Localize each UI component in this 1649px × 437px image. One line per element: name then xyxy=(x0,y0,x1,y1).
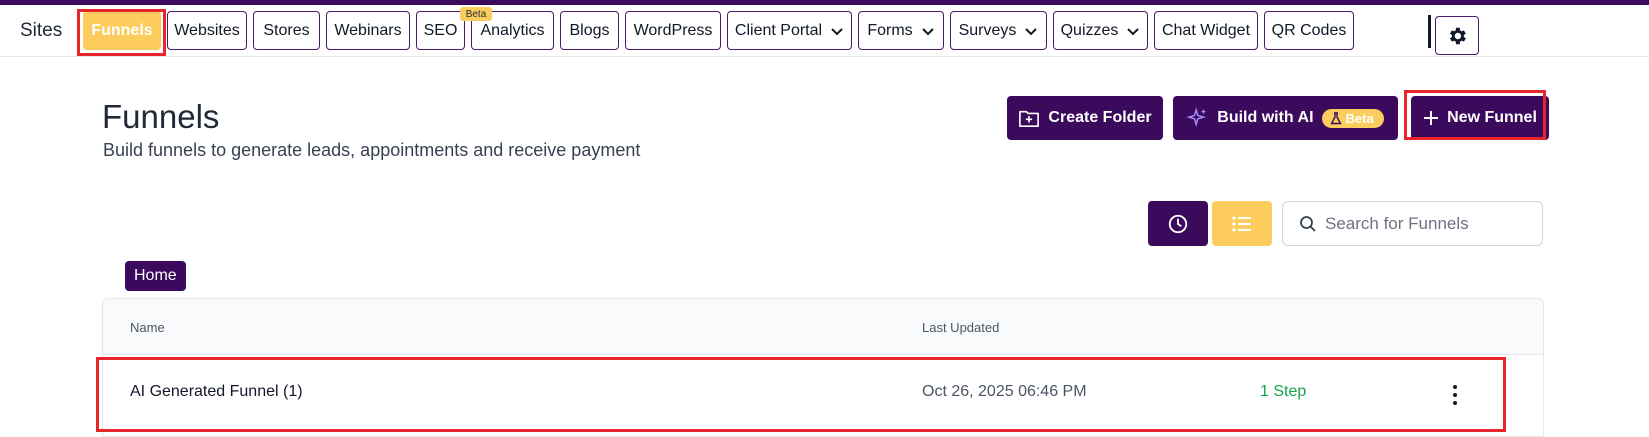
tab-forms[interactable]: Forms xyxy=(858,11,944,50)
column-name: Name xyxy=(130,320,165,335)
tab-label: QR Codes xyxy=(1271,21,1347,39)
gear-icon xyxy=(1450,27,1466,44)
tab-label: Funnels xyxy=(91,21,153,39)
page-subtitle: Build funnels to generate leads, appoint… xyxy=(103,140,641,160)
recent-view-button[interactable] xyxy=(1148,201,1208,246)
tab-label: Quizzes xyxy=(1060,21,1119,39)
dot xyxy=(1453,393,1457,397)
create-folder-button[interactable]: Create Folder xyxy=(1007,96,1163,140)
tab-websites[interactable]: Websites xyxy=(167,11,247,50)
new-funnel-button[interactable]: New Funnel xyxy=(1411,96,1549,140)
search-icon xyxy=(1300,215,1316,232)
build-with-ai-label: Build with AI xyxy=(1217,109,1314,126)
funnel-name[interactable]: AI Generated Funnel (1) xyxy=(130,383,303,401)
tab-funnels[interactable]: Funnels xyxy=(83,11,161,50)
tab-wordpress[interactable]: WordPress xyxy=(625,11,721,50)
tab-qr-codes[interactable]: QR Codes xyxy=(1264,11,1354,50)
tab-stores[interactable]: Stores xyxy=(253,11,320,50)
search-box[interactable] xyxy=(1282,201,1543,246)
tab-label: Websites xyxy=(174,21,240,39)
tab-label: Surveys xyxy=(958,21,1017,39)
sparkles-icon xyxy=(1187,107,1207,128)
tab-seo[interactable]: SEO xyxy=(416,11,465,50)
plus-icon xyxy=(1424,111,1439,125)
breadcrumb-home[interactable]: Home xyxy=(125,261,186,291)
top-nav: Sites Funnels Websites Stores Webinars S… xyxy=(0,5,1649,57)
tab-label: Client Portal xyxy=(734,21,823,39)
row-more-menu[interactable] xyxy=(1443,380,1467,410)
chevron-down-icon xyxy=(921,27,934,35)
tab-surveys[interactable]: Surveys xyxy=(950,11,1047,50)
dot xyxy=(1453,385,1457,389)
sites-label: Sites xyxy=(20,20,63,41)
table-header: Name Last Updated xyxy=(103,299,1543,355)
list-view-button[interactable] xyxy=(1212,201,1272,246)
tab-label: Analytics xyxy=(480,21,545,39)
funnel-last-updated: Oct 26, 2025 06:46 PM xyxy=(922,383,1087,400)
tab-label: Webinars xyxy=(334,21,402,39)
build-with-ai-button[interactable]: Build with AI Beta xyxy=(1173,96,1398,140)
create-folder-label: Create Folder xyxy=(1048,109,1152,126)
folder-plus-icon xyxy=(1019,110,1040,127)
page-title: Funnels xyxy=(102,98,220,135)
tab-label: Chat Widget xyxy=(1161,21,1251,39)
tab-blogs[interactable]: Blogs xyxy=(560,11,619,50)
tab-quizzes[interactable]: Quizzes xyxy=(1053,11,1148,50)
flask-icon xyxy=(1329,111,1342,124)
settings-button[interactable] xyxy=(1435,16,1479,55)
chevron-down-icon xyxy=(1127,27,1140,35)
tab-webinars[interactable]: Webinars xyxy=(326,11,410,50)
seo-beta-badge: Beta xyxy=(460,7,492,21)
funnels-table: Name Last Updated AI Generated Funnel (1… xyxy=(102,298,1544,437)
table-row[interactable]: AI Generated Funnel (1) Oct 26, 2025 06:… xyxy=(103,356,1543,436)
tab-label: Forms xyxy=(867,21,913,39)
chevron-down-icon xyxy=(831,27,843,35)
ai-beta-label: Beta xyxy=(1345,110,1374,126)
funnel-steps: 1 Step xyxy=(1260,383,1307,400)
tab-client-portal[interactable]: Client Portal xyxy=(727,11,852,50)
tab-label: Stores xyxy=(263,21,310,39)
tab-label: WordPress xyxy=(633,21,713,39)
list-icon xyxy=(1232,215,1251,232)
tab-label: Blogs xyxy=(569,21,610,39)
dot xyxy=(1453,401,1457,405)
column-last-updated: Last Updated xyxy=(922,320,1000,335)
ai-beta-pill: Beta xyxy=(1321,108,1384,128)
chevron-down-icon xyxy=(1025,27,1038,35)
search-input[interactable] xyxy=(1325,213,1525,234)
new-funnel-label: New Funnel xyxy=(1447,109,1537,126)
clock-icon xyxy=(1168,214,1188,233)
tab-label: SEO xyxy=(423,21,458,39)
tab-chat-widget[interactable]: Chat Widget xyxy=(1154,11,1258,50)
nav-divider xyxy=(1428,15,1431,48)
